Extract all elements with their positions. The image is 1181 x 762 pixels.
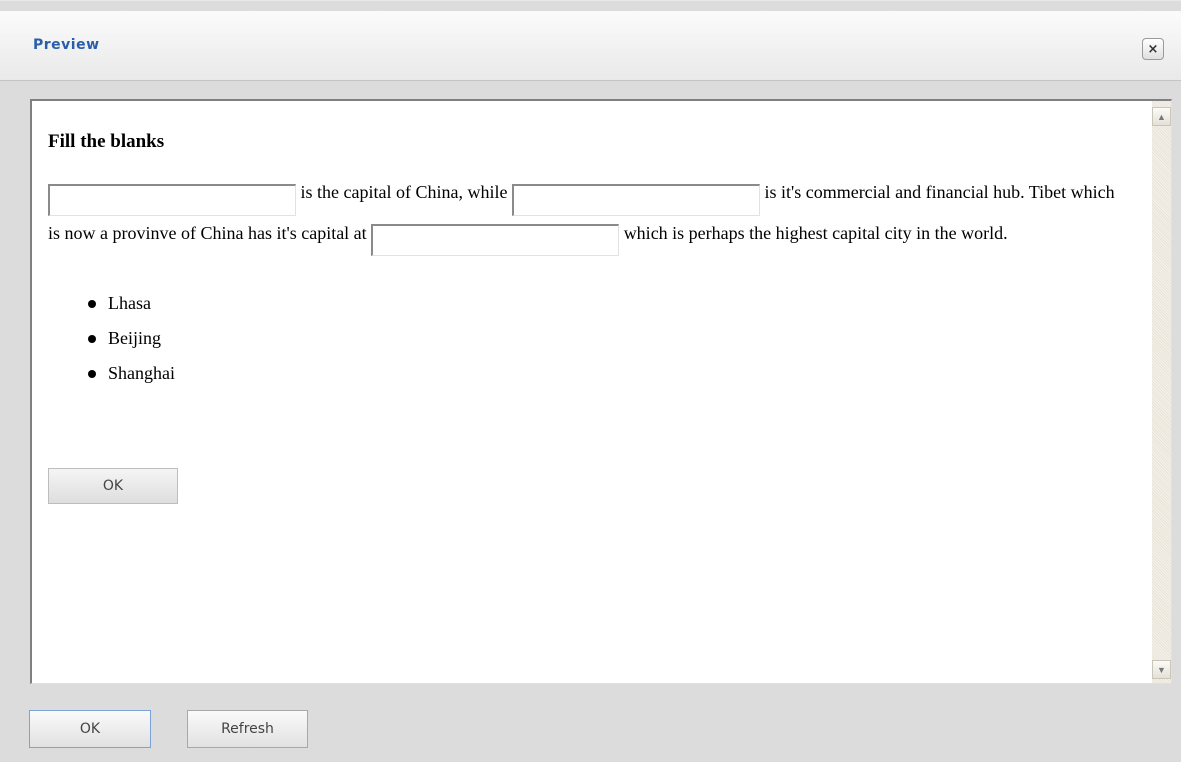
word-option: Beijing [88,321,1128,356]
arrow-up-icon: ▲ [1157,111,1166,122]
dialog-title: Preview [33,37,100,53]
preview-frame: Fill the blanks is the capital of China,… [30,99,1172,684]
close-icon: × [1147,41,1159,57]
arrow-down-icon: ▼ [1157,664,1166,675]
refresh-button[interactable]: Refresh [187,710,308,748]
word-options-list: Lhasa Beijing Shanghai [88,286,1128,391]
vertical-scrollbar[interactable]: ▲ ▼ [1152,101,1171,683]
question-text-part-1: is the capital of China, while [296,182,512,202]
scroll-up-button[interactable]: ▲ [1152,107,1171,126]
blank-input-3[interactable] [371,224,620,256]
word-option: Lhasa [88,286,1128,321]
question-text-part-3: which is perhaps the highest capital cit… [619,222,1008,243]
preview-dialog: Preview × Fill the blanks is the capital… [0,0,1181,762]
close-button[interactable]: × [1142,38,1164,60]
ok-button[interactable]: OK [29,710,151,748]
question-ok-button[interactable]: OK [48,468,178,504]
question-text: is the capital of China, while is it's c… [48,175,1118,256]
blank-input-2[interactable] [511,183,760,216]
question-content: Fill the blanks is the capital of China,… [48,131,1128,391]
blank-input-1[interactable] [48,183,296,216]
word-option: Shanghai [88,356,1128,391]
question-heading: Fill the blanks [48,131,165,152]
dialog-titlebar: Preview × [0,11,1181,81]
scroll-down-button[interactable]: ▼ [1152,660,1171,679]
